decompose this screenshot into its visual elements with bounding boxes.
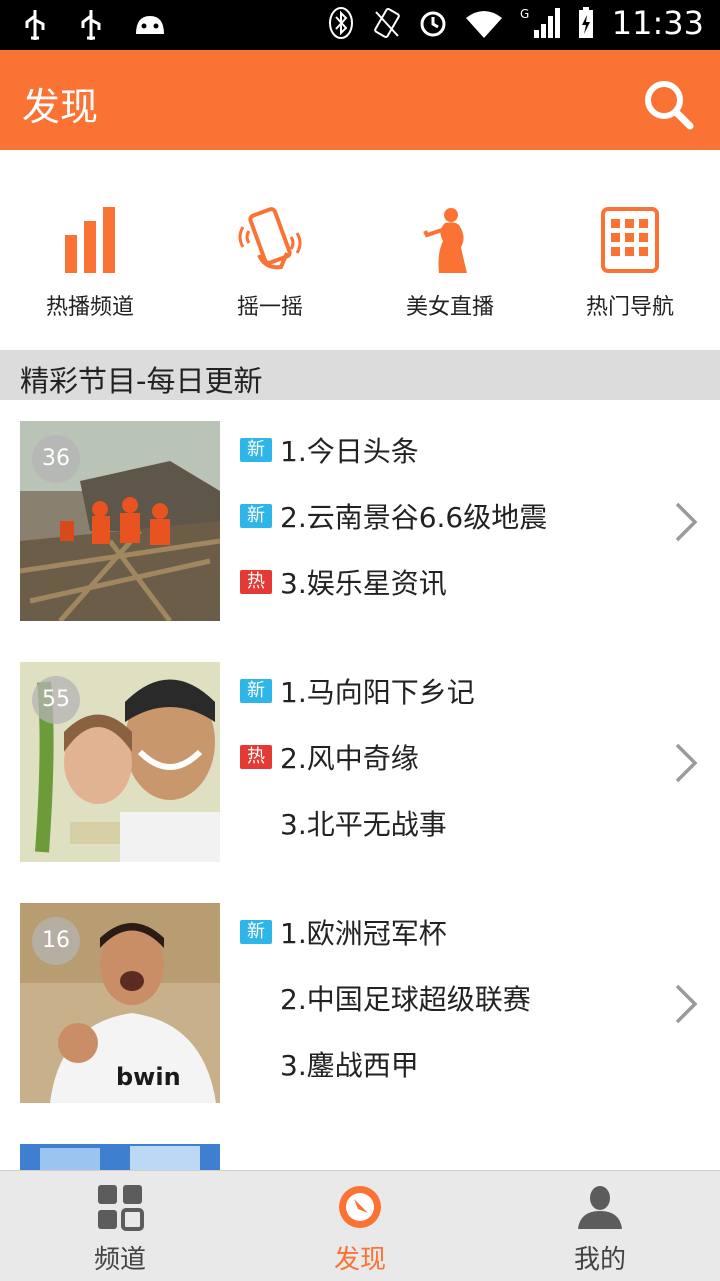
new-tag: 新 xyxy=(240,920,272,944)
bottom-nav: 频道 发现 我的 xyxy=(0,1170,720,1281)
list-item-text: 1.马向阳下乡记 xyxy=(280,676,475,709)
program-thumbnail[interactable]: bwin 16 xyxy=(20,903,220,1103)
tab-label: 发现 xyxy=(333,1245,386,1275)
list-item[interactable]: 热 2.风中奇缘 xyxy=(240,724,660,790)
new-tag: 新 xyxy=(240,438,272,462)
list-item-text: 1.欧洲冠军杯 xyxy=(280,917,447,950)
program-row[interactable]: 36 新 1.今日头条 新 2.云南景谷6.6级地震 热 3.娱乐星资讯 xyxy=(0,401,720,643)
compass-icon xyxy=(339,1186,381,1228)
shortcut-hot-channels[interactable]: 热播频道 xyxy=(0,205,180,321)
program-row[interactable]: bwin 16 新 1.欧洲冠军杯 2.中国足球超级联赛 3.鏖战西甲 xyxy=(0,883,720,1125)
chevron-right-icon[interactable] xyxy=(674,983,698,1025)
new-tag: 新 xyxy=(240,504,272,528)
tag-spacer xyxy=(240,811,272,835)
woman-silhouette-icon xyxy=(423,208,467,273)
hot-tag: 热 xyxy=(240,745,272,769)
shortcut-label: 热门导航 xyxy=(585,295,674,320)
program-thumbnail[interactable] xyxy=(20,1144,220,1170)
network-type-label: G xyxy=(520,7,529,21)
shortcut-grid: 热播频道 摇一摇 美女直播 热门导航 xyxy=(0,150,720,350)
shake-phone-icon xyxy=(238,207,302,270)
list-item-text: 3.北平无战事 xyxy=(280,808,447,841)
chevron-right-icon[interactable] xyxy=(674,742,698,784)
bar-chart-icon xyxy=(65,207,115,273)
hot-tag: 热 xyxy=(240,570,272,594)
list-item-text: 3.娱乐星资讯 xyxy=(280,567,447,600)
shortcut-shake[interactable]: 摇一摇 xyxy=(180,205,360,321)
chevron-right-icon[interactable] xyxy=(674,501,698,543)
tab-mine[interactable]: 我的 xyxy=(480,1171,720,1281)
tab-discover[interactable]: 发现 xyxy=(240,1171,480,1281)
list-item[interactable]: 3.北平无战事 xyxy=(240,790,660,856)
shortcut-hot-nav[interactable]: 热门导航 xyxy=(540,205,720,321)
svg-text:bwin: bwin xyxy=(116,1063,181,1091)
shortcut-label: 美女直播 xyxy=(405,295,494,320)
list-item-text: 3.鏖战西甲 xyxy=(280,1049,419,1082)
new-tag: 新 xyxy=(240,679,272,703)
shortcut-label: 热播频道 xyxy=(45,295,134,320)
list-item[interactable]: 新 1.欧洲冠军杯 xyxy=(240,899,660,965)
wifi-icon xyxy=(465,11,502,38)
program-list: 新 1.欧洲冠军杯 2.中国足球超级联赛 3.鏖战西甲 xyxy=(240,899,660,1097)
alarm-icon xyxy=(420,11,446,37)
program-thumbnail[interactable]: 55 xyxy=(20,662,220,862)
program-thumbnail[interactable]: 36 xyxy=(20,421,220,621)
list-item-text: 1.今日头条 xyxy=(280,435,419,468)
list-item[interactable]: 新 1.今日头条 xyxy=(240,417,660,483)
list-item-text: 2.风中奇缘 xyxy=(280,742,419,775)
page-title: 发现 xyxy=(22,85,99,129)
bluetooth-icon xyxy=(328,7,353,39)
signal-icon: G xyxy=(520,7,560,38)
app-bar: 发现 xyxy=(0,50,720,150)
tag-spacer xyxy=(240,1052,272,1076)
list-item[interactable]: 新 2.云南景谷6.6级地震 xyxy=(240,483,660,549)
tab-label: 频道 xyxy=(93,1245,146,1275)
section-title: 精彩节目-每日更新 xyxy=(20,364,263,398)
usb-icon xyxy=(81,10,101,40)
program-list: 新 1.马向阳下乡记 热 2.风中奇缘 3.北平无战事 xyxy=(240,658,660,856)
shortcut-label: 摇一摇 xyxy=(236,295,303,320)
list-item[interactable]: 2.中国足球超级联赛 xyxy=(240,965,660,1031)
tag-spacer xyxy=(240,986,272,1010)
count-badge: 36 xyxy=(32,435,80,483)
battery-icon xyxy=(578,7,593,38)
tab-label: 我的 xyxy=(573,1245,626,1275)
program-image xyxy=(20,1144,220,1170)
usb-icon xyxy=(25,10,45,40)
android-icon xyxy=(136,16,164,34)
search-icon[interactable] xyxy=(642,78,694,130)
grid-phone-icon xyxy=(601,207,659,273)
count-badge: 16 xyxy=(32,917,80,965)
shortcut-live-beauty[interactable]: 美女直播 xyxy=(360,205,540,321)
grid-icon xyxy=(98,1185,144,1231)
list-item[interactable]: 新 1.马向阳下乡记 xyxy=(240,658,660,724)
tab-channels[interactable]: 频道 xyxy=(0,1171,240,1281)
status-bar: G 11:33 xyxy=(0,0,720,50)
list-item-text: 2.中国足球超级联赛 xyxy=(280,983,531,1016)
list-item-text: 2.云南景谷6.6级地震 xyxy=(280,501,548,534)
person-icon xyxy=(578,1186,622,1229)
section-header: 精彩节目-每日更新 xyxy=(0,350,720,400)
list-item[interactable]: 热 3.娱乐星资讯 xyxy=(240,549,660,615)
list-item[interactable]: 3.鏖战西甲 xyxy=(240,1031,660,1097)
program-list: 新 1.今日头条 新 2.云南景谷6.6级地震 热 3.娱乐星资讯 xyxy=(240,417,660,615)
program-row[interactable]: 55 新 1.马向阳下乡记 热 2.风中奇缘 3.北平无战事 xyxy=(0,642,720,884)
program-row[interactable] xyxy=(0,1124,720,1170)
count-badge: 55 xyxy=(32,676,80,724)
clock: 11:33 xyxy=(611,4,704,42)
vibrate-icon xyxy=(373,7,400,39)
